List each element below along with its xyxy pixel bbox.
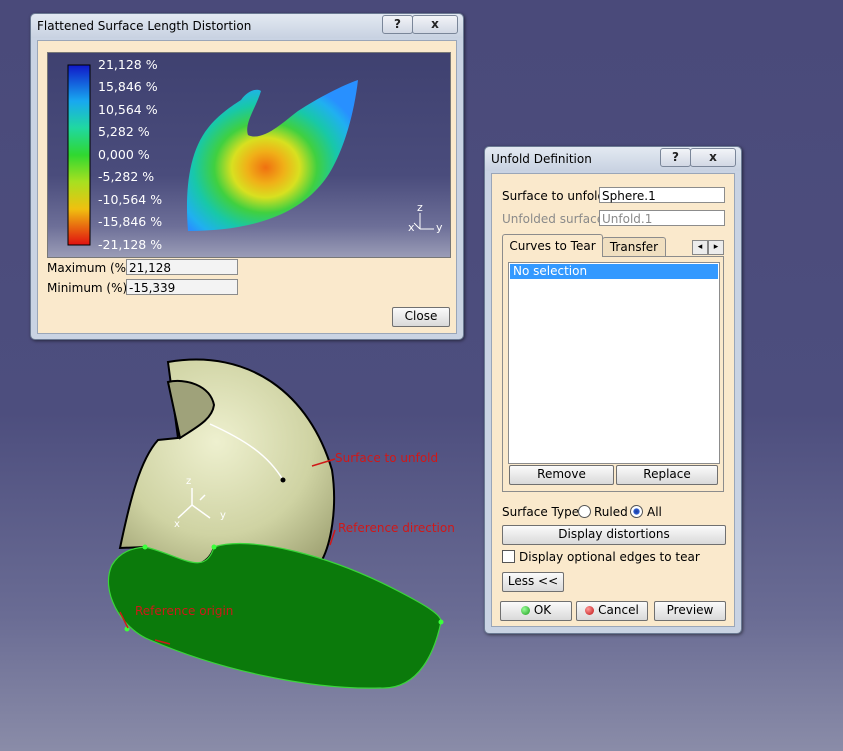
remove-button[interactable]: Remove	[509, 465, 614, 485]
cancel-button-label: Cancel	[598, 603, 639, 617]
map-axis-y: y	[436, 221, 443, 234]
cancel-icon	[585, 606, 595, 615]
distortion-titlebar[interactable]: Flattened Surface Length Distortion ? x	[31, 14, 463, 38]
tab-panel: No selection Remove Replace	[502, 256, 724, 492]
distortion-close-x-button[interactable]: x	[412, 15, 458, 34]
less-button[interactable]: Less <<	[502, 572, 564, 592]
sphere-axis-x: x	[174, 519, 180, 530]
distortion-title: Flattened Surface Length Distortion	[37, 19, 252, 33]
display-distortions-button[interactable]: Display distortions	[502, 525, 726, 545]
unfold-titlebar[interactable]: Unfold Definition ? x	[485, 147, 741, 171]
tab-curves-to-tear[interactable]: Curves to Tear	[502, 234, 603, 257]
sphere-arc-point	[280, 477, 286, 483]
ok-button[interactable]: OK	[500, 601, 572, 621]
all-radio[interactable]	[630, 505, 643, 518]
list-item[interactable]: No selection	[510, 264, 718, 279]
distortion-window: Flattened Surface Length Distortion ? x	[30, 13, 464, 340]
ok-button-label: OK	[533, 603, 552, 617]
maximum-label: Maximum (%):	[47, 261, 135, 275]
tab-scroll-right[interactable]: ▸	[708, 240, 724, 255]
selection-list[interactable]: No selection	[508, 262, 720, 464]
unfolded-surface-field: Unfold.1	[599, 210, 725, 226]
unfold-help-button[interactable]: ?	[660, 148, 691, 167]
sphere-surface[interactable]	[118, 358, 336, 568]
ok-icon	[520, 606, 530, 615]
ruled-label: Ruled	[594, 505, 628, 519]
unfold-close-x-button[interactable]: x	[690, 148, 736, 167]
replace-button[interactable]: Replace	[616, 465, 718, 485]
unfolded-surface-label: Unfolded surface:	[502, 212, 609, 226]
distortion-close-button[interactable]: Close	[392, 307, 450, 327]
sphere-axis-z: z	[186, 476, 191, 487]
legend-label-5: -5,282 %	[98, 169, 155, 184]
legend-label-3: 5,282 %	[98, 124, 150, 139]
surface-to-unfold-field[interactable]: Sphere.1	[599, 187, 725, 203]
tab-scroll-left[interactable]: ◂	[692, 240, 708, 255]
distortion-heatmap-shape	[187, 80, 358, 231]
cancel-button[interactable]: Cancel	[576, 601, 648, 621]
sphere-axis-y: y	[220, 510, 226, 521]
surface-type-label: Surface Type:	[502, 505, 584, 519]
annotation-surface-to-unfold: Surface to unfold	[335, 451, 439, 465]
unfold-client: Surface to unfold: Sphere.1 Unfolded sur…	[491, 173, 735, 627]
optional-edges-checkbox[interactable]	[502, 550, 515, 563]
ruled-radio[interactable]	[578, 505, 591, 518]
legend-label-8: -21,128 %	[98, 237, 163, 252]
legend-label-0: 21,128 %	[98, 57, 158, 72]
legend-label-6: -10,564 %	[98, 192, 163, 207]
maximum-value-field: 21,128	[126, 259, 238, 275]
legend-label-2: 10,564 %	[98, 102, 158, 117]
legend-color-bar	[67, 64, 91, 246]
annotation-reference-origin: Reference origin	[135, 604, 234, 618]
minimum-value-field: -15,339	[126, 279, 238, 295]
optional-edges-label: Display optional edges to tear	[519, 550, 700, 564]
unfold-title: Unfold Definition	[491, 152, 592, 166]
all-label: All	[647, 505, 662, 519]
distortion-client: z x y 21,128 % 15,846 % 10,564 % 5,282 %…	[37, 40, 457, 334]
legend-label-7: -15,846 %	[98, 214, 163, 229]
preview-button[interactable]: Preview	[654, 601, 726, 621]
unfold-window: Unfold Definition ? x Surface to unfold:…	[484, 146, 742, 634]
surface-to-unfold-label: Surface to unfold:	[502, 189, 610, 203]
map-axis-triad	[413, 213, 434, 230]
distortion-map: z x y 21,128 % 15,846 % 10,564 % 5,282 %…	[47, 52, 451, 258]
legend-label-1: 15,846 %	[98, 79, 158, 94]
tab-transfer[interactable]: Transfer	[602, 237, 666, 257]
annotation-reference-direction: Reference direction	[338, 521, 455, 535]
minimum-label: Minimum (%):	[47, 281, 132, 295]
map-axis-x: x	[408, 221, 415, 234]
legend-label-4: 0,000 %	[98, 147, 150, 162]
distortion-help-button[interactable]: ?	[382, 15, 413, 34]
map-axis-z: z	[417, 201, 423, 214]
